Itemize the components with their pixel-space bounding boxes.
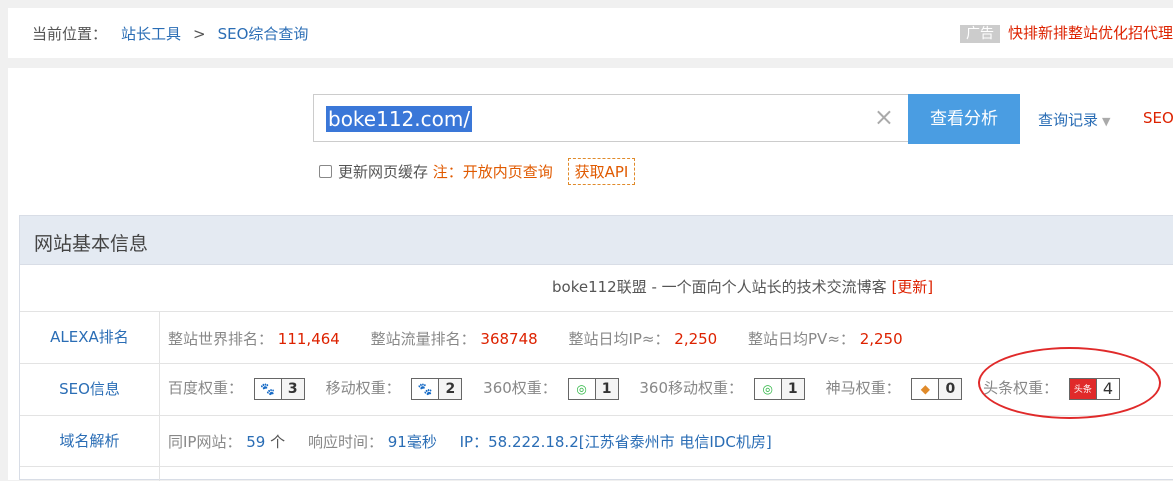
main-content: boke112.com/ × 查看分析 查询记录 ▼ SEO 更新网页缓存 注：开… bbox=[8, 68, 1173, 481]
baidu-weight-badge[interactable]: 🐾 3 bbox=[253, 377, 305, 400]
shenma-weight-badge[interactable]: ◆ 0 bbox=[911, 377, 963, 400]
site-title-text: boke112联盟 - 一个面向个人站长的技术交流博客 bbox=[552, 278, 887, 296]
refresh-cache-label[interactable]: 更新网页缓存 bbox=[338, 163, 428, 181]
get-api-button[interactable]: 获取API bbox=[567, 158, 636, 185]
dns-content: 同IP网站： 59 个 响应时间： 91毫秒 IP：58.222.18.2[江苏… bbox=[168, 431, 772, 452]
traffic-rank-value[interactable]: 368748 bbox=[480, 330, 537, 348]
breadcrumb: 当前位置： 站长工具 > SEO综合查询 bbox=[32, 23, 308, 44]
360-mobile-weight-label: 360移动权重： bbox=[639, 379, 743, 397]
site-title-row: boke112联盟 - 一个面向个人站长的技术交流博客 [更新] bbox=[20, 264, 1173, 312]
paw-icon: 🐾 bbox=[255, 378, 282, 399]
360-mobile-weight-badge[interactable]: ◎ 1 bbox=[753, 377, 805, 400]
dns-row: 域名解析 同IP网站： 59 个 响应时间： 91毫秒 IP：58.222.18… bbox=[20, 416, 1173, 467]
360-weight-label: 360权重： bbox=[483, 379, 557, 397]
update-link[interactable]: [更新] bbox=[891, 278, 933, 296]
daily-ip-label: 整站日均IP≈： bbox=[568, 330, 670, 348]
traffic-rank-label: 整站流量排名： bbox=[370, 330, 476, 348]
refresh-cache-checkbox[interactable] bbox=[319, 165, 332, 178]
daily-ip-value[interactable]: 2,250 bbox=[674, 330, 717, 348]
360-icon: ◎ bbox=[569, 378, 596, 399]
ip-value[interactable]: 58.222.18.2[江苏省泰州市 电信IDC机房] bbox=[488, 433, 772, 451]
daily-pv-label: 整站日均PV≈： bbox=[748, 330, 855, 348]
same-ip-label: 同IP网站： bbox=[168, 433, 242, 451]
next-row bbox=[20, 467, 1173, 481]
alexa-row: ALEXA排名 整站世界排名： 111,464 整站流量排名： 368748 整… bbox=[20, 312, 1173, 364]
site-info-panel: 网站基本信息 boke112联盟 - 一个面向个人站长的技术交流博客 [更新] … bbox=[19, 215, 1173, 481]
breadcrumb-separator: > bbox=[193, 25, 206, 43]
seo-link[interactable]: SEO bbox=[1143, 109, 1173, 127]
highlight-circle bbox=[978, 347, 1161, 419]
inner-page-note[interactable]: 注：开放内页查询 bbox=[433, 163, 553, 181]
alexa-content: 整站世界排名： 111,464 整站流量排名： 368748 整站日均IP≈： … bbox=[168, 328, 903, 349]
history-label: 查询记录 bbox=[1038, 111, 1099, 129]
site-title: boke112联盟 - 一个面向个人站长的技术交流博客 [更新] bbox=[552, 276, 933, 297]
shenma-icon: ◆ bbox=[912, 378, 940, 399]
dns-label[interactable]: 域名解析 bbox=[20, 416, 160, 466]
ad-text[interactable]: 快排新排整站优化招代理 bbox=[1008, 24, 1173, 42]
panel-title: 网站基本信息 bbox=[34, 233, 149, 255]
mobile-weight-badge[interactable]: 🐾 2 bbox=[411, 377, 463, 400]
search-input[interactable]: boke112.com/ × bbox=[313, 94, 909, 142]
breadcrumb-link-seo[interactable]: SEO综合查询 bbox=[218, 25, 309, 43]
panel-header: 网站基本信息 bbox=[20, 216, 1173, 265]
paw-icon: 🐾 bbox=[412, 378, 440, 399]
360-weight-badge[interactable]: ◎ 1 bbox=[567, 377, 619, 400]
same-ip-value[interactable]: 59 bbox=[246, 433, 265, 451]
close-icon[interactable]: × bbox=[874, 104, 894, 130]
360-icon: ◎ bbox=[755, 378, 782, 399]
mobile-weight-label: 移动权重： bbox=[325, 379, 401, 397]
ad-banner[interactable]: 广告 快排新排整站优化招代理 bbox=[959, 22, 1173, 43]
breadcrumb-prefix: 当前位置： bbox=[32, 25, 108, 43]
response-time-value: 91毫秒 bbox=[387, 433, 437, 451]
breadcrumb-bar: 当前位置： 站长工具 > SEO综合查询 广告 快排新排整站优化招代理 bbox=[8, 8, 1173, 58]
world-rank-value[interactable]: 111,464 bbox=[278, 330, 340, 348]
analyze-button[interactable]: 查看分析 bbox=[908, 94, 1020, 144]
response-time-label: 响应时间： bbox=[307, 433, 383, 451]
search-value[interactable]: boke112.com/ bbox=[326, 106, 473, 132]
same-ip-unit: 个 bbox=[270, 433, 286, 451]
world-rank-label: 整站世界排名： bbox=[168, 330, 274, 348]
ad-tag: 广告 bbox=[959, 25, 1000, 43]
seo-label[interactable]: SEO信息 bbox=[20, 364, 160, 415]
top-bar: 当前位置： 站长工具 > SEO综合查询 广告 快排新排整站优化招代理 bbox=[0, 0, 1173, 60]
shenma-weight-label: 神马权重： bbox=[825, 379, 901, 397]
search-options: 更新网页缓存 注：开放内页查询 获取API bbox=[319, 158, 636, 185]
alexa-label[interactable]: ALEXA排名 bbox=[20, 312, 160, 363]
breadcrumb-link-tools[interactable]: 站长工具 bbox=[121, 25, 181, 43]
daily-pv-value[interactable]: 2,250 bbox=[860, 330, 903, 348]
ip-label: IP： bbox=[459, 433, 489, 451]
history-dropdown[interactable]: 查询记录 ▼ bbox=[1038, 109, 1110, 130]
baidu-weight-label: 百度权重： bbox=[168, 379, 244, 397]
chevron-down-icon: ▼ bbox=[1102, 115, 1111, 128]
